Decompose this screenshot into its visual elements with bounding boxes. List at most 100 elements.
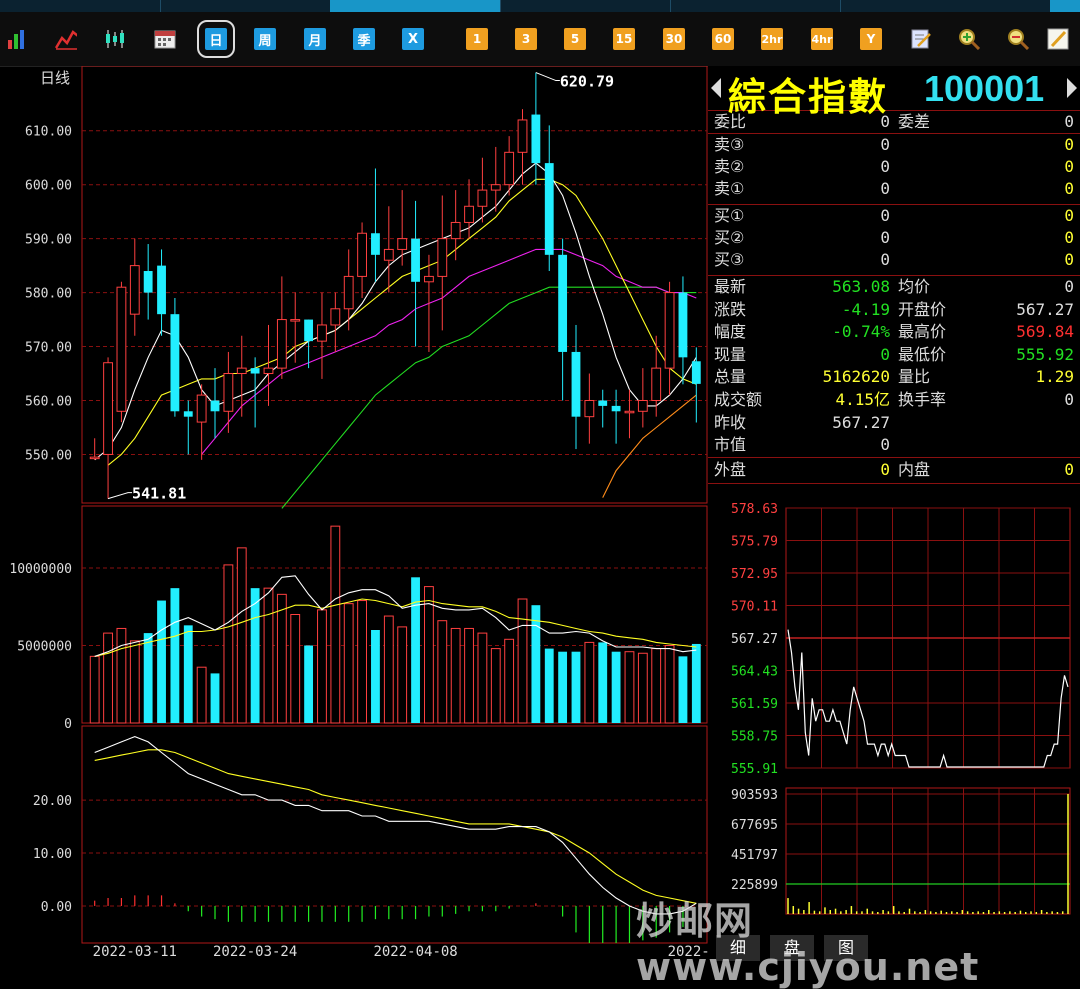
candle-body	[464, 205, 474, 223]
top-tab[interactable]	[160, 0, 331, 12]
bottom-tabs: 细 盘 图	[708, 933, 1080, 963]
volume-bar	[223, 564, 234, 724]
volume-bar	[624, 651, 635, 724]
stat-value-2: 1.29	[1035, 367, 1074, 387]
top-tab[interactable]	[840, 0, 1051, 12]
stat-value-2: 569.84	[1016, 322, 1074, 342]
toolbar: 日 周 月 季 X 1 3 5 15 30 60 2hr 4hr Y	[0, 12, 1080, 67]
candlestick-icon[interactable]	[104, 28, 126, 50]
line-chart-icon[interactable]	[55, 28, 77, 50]
volume-bar	[383, 615, 394, 724]
bar-chart-icon[interactable]	[6, 28, 28, 50]
stat-row: 最新 563.08 均价 0	[708, 276, 1080, 298]
minute-1-button[interactable]: 1	[466, 28, 488, 50]
intraday-price-tick: 575.79	[731, 535, 778, 550]
candle-body	[157, 265, 166, 315]
order-diff-label: 委差	[898, 112, 931, 131]
prev-stock-icon[interactable]	[711, 78, 721, 98]
bid-row-1: 买① 0 0	[708, 205, 1080, 227]
date-label: 2022-04-08	[373, 944, 457, 960]
volume-bar	[170, 588, 180, 723]
candle-body	[611, 405, 621, 412]
stat-label: 总量	[714, 367, 747, 387]
volume-bar	[437, 620, 448, 724]
candle-body	[517, 119, 528, 153]
stat-value-2: 567.27	[1016, 299, 1074, 319]
ma60-line	[281, 286, 697, 509]
bid-price: 0	[880, 206, 890, 225]
stat-value: 563.08	[832, 277, 890, 296]
candle-body	[504, 151, 515, 186]
price-tick-label: 560.00	[25, 394, 72, 409]
candle-body	[584, 399, 595, 418]
top-tab-active[interactable]	[330, 0, 501, 12]
candle-body	[624, 410, 635, 414]
zoom-out-icon[interactable]	[1007, 28, 1029, 50]
stat-value-2: 0	[1064, 390, 1074, 409]
bid-label: 买②	[714, 228, 745, 247]
intraday-volume-tick: 225899	[731, 878, 778, 893]
period-quarter-button[interactable]: 季	[353, 28, 375, 50]
volume-bar	[371, 630, 380, 723]
zoom-in-icon[interactable]	[958, 28, 980, 50]
period-day-button[interactable]: 日	[197, 20, 235, 58]
next-stock-icon[interactable]	[1067, 78, 1077, 98]
volume-bar	[664, 645, 675, 724]
ma20-line	[201, 248, 697, 455]
volume-bar	[678, 656, 688, 723]
kline-chart[interactable]: 610.00 600.00 590.00 580.00 570.00 560.00 550.…	[0, 65, 752, 963]
intraday-volume-tick: 903593	[731, 788, 778, 803]
minute-5-button[interactable]: 5	[564, 28, 586, 50]
intraday-chart[interactable]: 578.63 575.79 572.95 570.11 567.27 564.43 561.…	[708, 490, 1080, 930]
top-tab-strip	[0, 0, 1080, 12]
volume-bar	[651, 648, 662, 724]
price-tick-label: 570.00	[25, 341, 72, 356]
bid-row-2: 买② 0 0	[708, 227, 1080, 249]
volume-bar	[330, 525, 341, 724]
top-tab[interactable]	[1050, 0, 1080, 12]
period-month-button[interactable]: 月	[304, 28, 326, 50]
stat-value-2: 555.92	[1016, 344, 1074, 364]
top-tab[interactable]	[670, 0, 841, 12]
divider	[708, 483, 1080, 484]
minute-3-button[interactable]: 3	[515, 28, 537, 50]
hour-4-button[interactable]: 4hr	[811, 28, 833, 50]
candle-body	[544, 163, 554, 255]
draw-tool-icon[interactable]	[1047, 28, 1069, 50]
volume-bar	[183, 625, 193, 723]
top-tab[interactable]	[500, 0, 671, 12]
date-label: 2022-03-24	[213, 944, 297, 960]
stat-value: 4.15亿	[835, 390, 890, 409]
bid-row-3: 买③ 0 0	[708, 249, 1080, 271]
hour-2-button[interactable]: 2hr	[761, 28, 783, 50]
volume-bar	[504, 638, 515, 724]
tab-detail[interactable]: 细	[716, 935, 760, 961]
calendar-icon[interactable]	[154, 28, 176, 50]
candle-body	[116, 286, 127, 412]
top-tab[interactable]	[0, 0, 161, 12]
minute-15-button[interactable]: 15	[613, 28, 635, 50]
candle-body	[223, 373, 234, 412]
edit-note-icon[interactable]	[910, 28, 932, 50]
volume-bar	[116, 627, 127, 724]
minute-60-button[interactable]: 60	[712, 28, 734, 50]
candle-body	[450, 221, 461, 240]
stock-title: 綜合指數 100001	[708, 66, 1080, 119]
candle-body	[397, 238, 408, 250]
kline-chart-area[interactable]: 610.00 600.00 590.00 580.00 570.00 560.00 550.…	[0, 65, 752, 963]
candle-body	[250, 368, 260, 374]
stat-row: 昨收 567.27	[708, 412, 1080, 434]
period-x-button[interactable]: X	[402, 28, 424, 50]
volume-bar	[276, 593, 287, 724]
candle-body	[651, 367, 662, 401]
volume-bar	[691, 643, 701, 723]
volume-bar	[598, 642, 608, 723]
volume-bar	[290, 614, 301, 724]
year-button[interactable]: Y	[860, 28, 882, 50]
candle-body	[531, 114, 541, 164]
tab-chart[interactable]: 图	[824, 935, 868, 961]
outer-inner-row: 外盘 0 内盘 0	[708, 459, 1080, 481]
minute-30-button[interactable]: 30	[663, 28, 685, 50]
tab-orderbook[interactable]: 盘	[770, 935, 814, 961]
period-week-button[interactable]: 周	[254, 28, 276, 50]
